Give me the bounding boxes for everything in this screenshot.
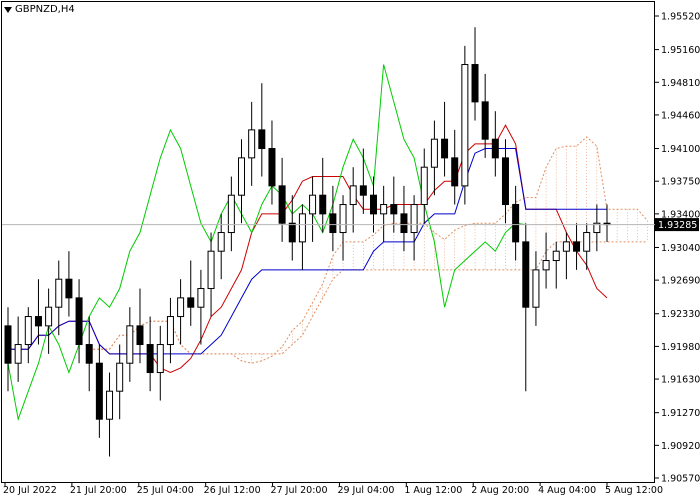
candle-bull xyxy=(430,138,438,168)
candle-bull xyxy=(106,390,114,420)
candle-bear xyxy=(481,101,489,140)
candle-bear xyxy=(187,297,195,308)
y-tick-label: 1.90920 xyxy=(661,441,700,452)
current-price-tag: 1.93285 xyxy=(655,218,699,232)
candle-bull xyxy=(197,288,205,308)
y-tick-label: 1.91630 xyxy=(661,375,700,386)
candle-bull xyxy=(14,344,22,364)
candle-bull xyxy=(532,269,540,308)
candle-bear xyxy=(319,194,327,215)
chart-canvas[interactable]: 1.95520 1.95160 1.94810 1.94460 1.94100 1.937… xyxy=(0,0,700,500)
candle-bear xyxy=(65,278,73,299)
candle-bear xyxy=(390,204,398,215)
candle-bull xyxy=(116,362,124,392)
candle-bear xyxy=(75,297,83,346)
candle-bull xyxy=(410,204,418,234)
y-tick-label: 1.93040 xyxy=(661,243,700,254)
time-axis[interactable]: 20 Jul 2022 21 Jul 20:00 25 Jul 04:00 26 Ju… xyxy=(3,482,663,496)
candle-bear xyxy=(146,344,154,374)
candle-bear xyxy=(288,222,296,243)
candle-bull xyxy=(339,204,347,234)
y-tick-label: 1.92330 xyxy=(661,309,700,320)
candle-bear xyxy=(136,325,144,346)
candle-bull xyxy=(177,297,185,318)
candle-bear xyxy=(501,157,509,206)
x-tick-label: 20 Jul 2022 xyxy=(3,485,57,496)
candle-bear xyxy=(34,316,42,327)
y-tick-label: 1.95160 xyxy=(661,45,700,56)
candle-bull xyxy=(238,157,246,196)
y-tick-label: 1.94810 xyxy=(661,78,700,89)
candle-bull xyxy=(583,232,591,252)
chikou-span-line xyxy=(7,64,526,422)
candle-bear xyxy=(359,185,367,196)
candle-bull xyxy=(45,306,53,327)
candle-bull xyxy=(298,213,306,243)
candle-bull xyxy=(55,278,63,308)
x-tick-label: 5 Aug 12:00 xyxy=(605,485,663,496)
x-tick-label: 1 Aug 12:00 xyxy=(404,485,462,496)
candle-bear xyxy=(441,138,449,159)
candles xyxy=(4,27,611,457)
candle-bear xyxy=(4,325,12,364)
y-tick-label: 1.95520 xyxy=(661,12,700,23)
price-axis[interactable]: 1.95520 1.95160 1.94810 1.94460 1.94100 1.937… xyxy=(655,12,700,485)
candle-bear xyxy=(95,362,103,420)
candle-bear xyxy=(471,64,479,103)
candle-bull xyxy=(349,185,357,206)
x-tick-label: 25 Jul 04:00 xyxy=(137,485,194,496)
chart-window[interactable]: GBPNZD,H4 1.95520 1.95160 1.94810 1.94460 1.… xyxy=(0,0,700,500)
x-tick-label: 29 Jul 04:00 xyxy=(337,485,394,496)
candle-bear xyxy=(369,194,377,215)
candle-bull xyxy=(217,232,225,252)
candle-bear xyxy=(491,138,499,159)
candle-bear xyxy=(85,344,93,364)
candle-bull xyxy=(552,250,560,262)
candle-bull xyxy=(166,316,174,346)
y-tick-label: 1.94460 xyxy=(661,110,700,121)
candle-bull xyxy=(248,129,256,159)
candle-bear xyxy=(329,213,337,234)
x-tick-label: 27 Jul 20:00 xyxy=(271,485,328,496)
x-tick-label: 4 Aug 04:00 xyxy=(538,485,596,496)
candle-bull xyxy=(562,241,570,252)
candle-bear xyxy=(258,129,266,150)
candle-bear xyxy=(451,157,459,187)
candle-bull xyxy=(156,344,164,374)
candle-bull xyxy=(227,194,235,234)
candle-bear xyxy=(512,204,520,243)
candle-bull xyxy=(380,204,388,215)
candle-bull xyxy=(309,194,317,215)
y-tick-label: 1.90570 xyxy=(661,474,700,485)
candle-bull xyxy=(24,316,32,346)
y-tick-label: 1.91270 xyxy=(661,408,700,419)
y-tick-label: 1.94100 xyxy=(661,144,700,155)
price-tag-text: 1.93285 xyxy=(658,220,697,231)
tenkan-sen-line xyxy=(8,124,608,374)
candle-bear xyxy=(573,241,581,252)
x-tick-label: 26 Jul 12:00 xyxy=(204,485,261,496)
y-tick-label: 1.93750 xyxy=(661,177,700,188)
candle-bear xyxy=(522,241,530,308)
candle-bull xyxy=(542,260,550,271)
x-tick-label: 2 Aug 20:00 xyxy=(471,485,529,496)
candle-bull xyxy=(126,325,134,364)
x-tick-label: 21 Jul 20:00 xyxy=(70,485,127,496)
y-tick-label: 1.92690 xyxy=(661,276,700,287)
candle-bear xyxy=(268,148,276,187)
candle-bull xyxy=(207,250,215,290)
candle-bear xyxy=(400,213,408,234)
candle-bull xyxy=(461,64,469,187)
y-tick-label: 1.91980 xyxy=(661,342,700,353)
candle-bull xyxy=(420,166,428,206)
candle-bear xyxy=(278,185,286,224)
